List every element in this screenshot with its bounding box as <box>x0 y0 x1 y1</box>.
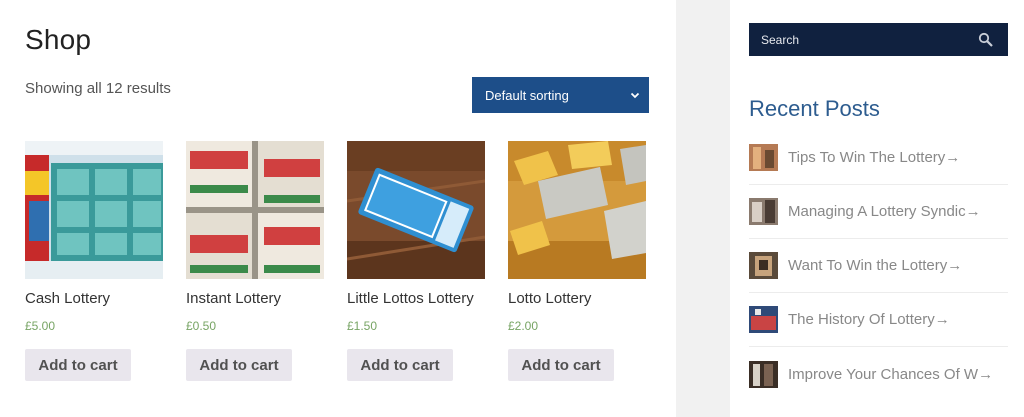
list-item[interactable]: Managing A Lottery Syndic→ <box>749 185 1008 239</box>
post-title-link[interactable]: Want To Win the Lottery→ <box>788 257 962 274</box>
sorting-select-value: Default sorting <box>485 87 569 103</box>
post-title-link[interactable]: Improve Your Chances Of W→ <box>788 366 993 383</box>
recent-posts-list: Tips To Win The Lottery→ Managing A Lott… <box>749 131 1008 401</box>
scratch-card-image[interactable] <box>25 141 163 279</box>
product-name[interactable]: Lotto Lottery <box>508 289 646 309</box>
product-price: £5.00 <box>25 319 56 333</box>
search-icon[interactable] <box>978 32 994 48</box>
numbered-tickets-image[interactable] <box>508 141 646 279</box>
recent-posts-title: Recent Posts <box>749 96 880 121</box>
list-item[interactable]: Improve Your Chances Of W→ <box>749 347 1008 401</box>
product-card: Little Lottos Lottery £1.50 Add to cart <box>347 141 485 381</box>
post-thumbnail[interactable] <box>749 252 778 279</box>
search-placeholder: Search <box>761 32 800 47</box>
list-item[interactable]: Want To Win the Lottery→ <box>749 239 1008 293</box>
sorting-select[interactable]: Default sorting <box>472 77 649 113</box>
post-thumbnail[interactable] <box>749 306 778 333</box>
shop-main: Shop Showing all 12 results Default sort… <box>0 0 676 417</box>
product-card: Lotto Lottery £2.00 Add to cart <box>508 141 646 381</box>
post-title-link[interactable]: Managing A Lottery Syndic→ <box>788 203 981 220</box>
product-card: Cash Lottery £5.00 Add to cart <box>25 141 163 381</box>
sidebar-gutter <box>676 0 730 417</box>
chevron-down-icon <box>630 92 640 99</box>
product-price: £0.50 <box>186 319 217 333</box>
product-price: £2.00 <box>508 319 539 333</box>
add-to-cart-button[interactable]: Add to cart <box>347 349 453 381</box>
result-count: Showing all 12 results <box>25 80 171 97</box>
add-to-cart-button[interactable]: Add to cart <box>508 349 614 381</box>
product-name[interactable]: Instant Lottery <box>186 289 324 309</box>
product-card: Instant Lottery £0.50 Add to cart <box>186 141 324 381</box>
post-thumbnail[interactable] <box>749 360 778 388</box>
list-item[interactable]: The History Of Lottery→ <box>749 293 1008 347</box>
sidebar: Search Recent Posts Tips To Win The Lott… <box>730 0 1024 417</box>
post-thumbnail[interactable] <box>749 144 778 171</box>
product-name[interactable]: Little Lottos Lottery <box>347 289 485 309</box>
search-input[interactable]: Search <box>749 23 1008 56</box>
page-title: Shop <box>25 24 92 55</box>
lottery-tickets-image[interactable] <box>186 141 324 279</box>
ticket-stub-image[interactable] <box>347 141 485 279</box>
add-to-cart-button[interactable]: Add to cart <box>186 349 292 381</box>
product-price: £1.50 <box>347 319 378 333</box>
add-to-cart-button[interactable]: Add to cart <box>25 349 131 381</box>
list-item[interactable]: Tips To Win The Lottery→ <box>749 131 1008 185</box>
product-name[interactable]: Cash Lottery <box>25 289 163 309</box>
post-title-link[interactable]: Tips To Win The Lottery→ <box>788 149 960 166</box>
post-thumbnail[interactable] <box>749 198 778 225</box>
post-title-link[interactable]: The History Of Lottery→ <box>788 311 950 328</box>
